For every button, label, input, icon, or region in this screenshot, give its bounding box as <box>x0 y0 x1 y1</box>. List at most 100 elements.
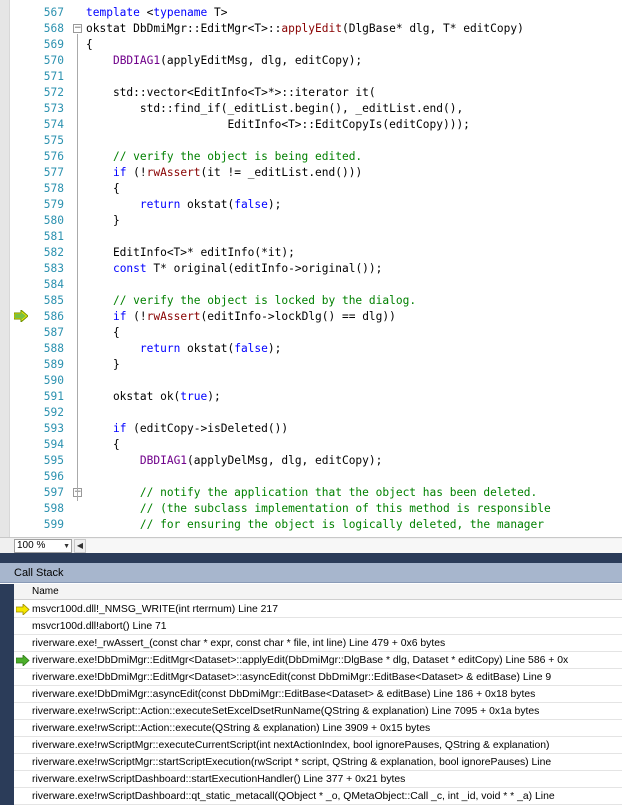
line-number: 579 <box>43 198 64 211</box>
code-line[interactable]: 578 { <box>0 181 622 197</box>
code-token: ); <box>207 390 221 403</box>
code-line[interactable]: 590 <box>0 373 622 389</box>
code-token: false <box>234 342 268 355</box>
code-line[interactable]: 574 EditInfo<T>::EditCopyIs(editCopy))); <box>0 117 622 133</box>
code-token: return <box>139 198 181 211</box>
collapse-outline-icon[interactable]: − <box>73 24 82 33</box>
code-line[interactable]: 586 if (!rwAssert(editInfo->lockDlg() ==… <box>0 309 622 325</box>
code-line[interactable]: 581 <box>0 229 622 245</box>
code-line[interactable]: 582 EditInfo<T>* editInfo(*it); <box>0 245 622 261</box>
code-line[interactable]: 576 // verify the object is being edited… <box>0 149 622 165</box>
code-editor[interactable]: 567 template <typename T> 568− okstat DbDmi… <box>0 0 622 537</box>
code-line[interactable]: 589 } <box>0 357 622 373</box>
code-line[interactable]: 570 DBDIAG1(applyEditMsg, dlg, editCopy)… <box>0 53 622 69</box>
line-number: 581 <box>43 230 64 243</box>
code-line[interactable]: 571 <box>0 69 622 85</box>
code-token: false <box>234 198 268 211</box>
code-line[interactable]: 592 <box>0 405 622 421</box>
code-token: ); <box>267 198 282 211</box>
code-text: if (!rwAssert(it != _editList.end())) <box>86 165 362 181</box>
code-line[interactable]: 568− okstat DbDmiMgr::EditMgr<T>::applyEd… <box>0 21 622 37</box>
code-text: return okstat(false); <box>86 197 281 213</box>
code-token: (! <box>126 166 147 179</box>
code-line[interactable]: 599 // for ensuring the object is logica… <box>0 517 622 533</box>
frame-text: msvcr100d.dll!abort() Line 71 <box>32 621 167 632</box>
zoom-combobox[interactable]: 100 % ▼ <box>14 539 72 553</box>
call-stack-gutter <box>0 584 14 805</box>
code-token: EditInfo<T>::EditCopyIs(editCopy))); <box>86 118 470 131</box>
code-token: { <box>86 38 93 51</box>
code-token: // (the subclass implementation of this … <box>139 502 551 515</box>
code-line[interactable]: 594 { <box>0 437 622 453</box>
call-stack-title[interactable]: Call Stack <box>0 563 622 583</box>
code-token: true <box>180 390 208 403</box>
code-token: const <box>112 262 147 275</box>
call-stack-row[interactable]: riverware.exe!DbDmiMgr::EditMgr<Dataset>… <box>14 669 622 686</box>
code-token: } <box>86 358 120 371</box>
line-number: 595 <box>43 454 64 467</box>
call-stack-row[interactable]: riverware.exe!DbDmiMgr::asyncEdit(const … <box>14 686 622 703</box>
outline-guide <box>77 34 78 501</box>
call-stack-row[interactable]: riverware.exe!_rwAssert_(const char * ex… <box>14 635 622 652</box>
panel-splitter[interactable] <box>0 553 622 563</box>
code-token: std::vector<EditInfo<T>*>::iterator it( <box>86 86 376 99</box>
call-stack-row[interactable]: riverware.exe!rwScriptDashboard::startEx… <box>14 771 622 788</box>
code-line[interactable]: 573 std::find_if(_editList.begin(), _edi… <box>0 101 622 117</box>
code-line[interactable]: 593 if (editCopy->isDeleted()) <box>0 421 622 437</box>
code-line[interactable]: 580 } <box>0 213 622 229</box>
line-number: 589 <box>43 358 64 371</box>
code-line[interactable]: 567 template <typename T> <box>0 5 622 21</box>
line-number: 572 <box>43 86 64 99</box>
code-token: (DlgBase* dlg, T* editCopy) <box>341 22 524 35</box>
call-stack-row[interactable]: riverware.exe!rwScript::Action::execute(… <box>14 720 622 737</box>
scroll-left-icon[interactable]: ◀ <box>74 539 86 553</box>
code-line[interactable]: 588 return okstat(false); <box>0 341 622 357</box>
zoom-dropdown-icon[interactable]: ▼ <box>63 541 70 553</box>
frame-text: msvcr100d.dll!_NMSG_WRITE(int rterrnum) … <box>32 604 278 615</box>
call-stack-panel: Call Stack Name msvcr100d.dll!_NMSG_WRIT… <box>0 553 622 805</box>
code-text: { <box>86 37 93 53</box>
line-number: 576 <box>43 150 64 163</box>
frame-text: riverware.exe!rwScriptDashboard::startEx… <box>32 774 406 785</box>
code-line[interactable]: 575 <box>0 133 622 149</box>
code-line[interactable]: 579 return okstat(false); <box>0 197 622 213</box>
editor-bottom-bar: 100 % ▼ ◀ <box>0 537 622 553</box>
call-stack-row[interactable]: riverware.exe!rwScript::Action::executeS… <box>14 703 622 720</box>
code-line[interactable]: 598 // (the subclass implementation of t… <box>0 501 622 517</box>
code-text: return okstat(false); <box>86 341 281 357</box>
call-stack-row[interactable]: riverware.exe!rwScriptDashboard::qt_stat… <box>14 788 622 805</box>
line-number: 597 <box>43 486 64 499</box>
column-header-name[interactable]: Name <box>14 584 622 600</box>
code-line[interactable]: 587 { <box>0 325 622 341</box>
code-token: { <box>86 182 120 195</box>
horizontal-scrollbar[interactable] <box>86 539 622 553</box>
call-stack-row[interactable]: riverware.exe!DbDmiMgr::EditMgr<Dataset>… <box>14 652 622 669</box>
code-token: ); <box>267 342 282 355</box>
code-token: T> <box>207 6 228 19</box>
code-line[interactable]: 596 <box>0 469 622 485</box>
code-line[interactable]: 591 okstat ok(true); <box>0 389 622 405</box>
code-line[interactable]: 569 { <box>0 37 622 53</box>
code-line[interactable]: 572 std::vector<EditInfo<T>*>::iterator … <box>0 85 622 101</box>
code-line[interactable]: 585 // verify the object is locked by th… <box>0 293 622 309</box>
code-line[interactable]: 595 DBDIAG1(applyDelMsg, dlg, editCopy); <box>0 453 622 469</box>
code-token: { <box>86 326 120 339</box>
call-stack-row[interactable]: msvcr100d.dll!abort() Line 71 <box>14 618 622 635</box>
line-number: 584 <box>43 278 64 291</box>
zoom-value: 100 % <box>17 540 46 551</box>
code-line[interactable]: 597− // notify the application that the … <box>0 485 622 501</box>
code-token: // verify the object is locked by the di… <box>112 294 417 307</box>
code-line[interactable]: 584 <box>0 277 622 293</box>
call-stack-row[interactable]: riverware.exe!rwScriptMgr::startScriptEx… <box>14 754 622 771</box>
line-number: 590 <box>43 374 64 387</box>
call-stack-row[interactable]: msvcr100d.dll!_NMSG_WRITE(int rterrnum) … <box>14 601 622 618</box>
code-token: // notify the application that the objec… <box>139 486 538 499</box>
call-stack-row[interactable]: riverware.exe!rwScriptMgr::executeCurren… <box>14 737 622 754</box>
code-line[interactable]: 577 if (!rwAssert(it != _editList.end())… <box>0 165 622 181</box>
code-line[interactable]: 583 const T* original(editInfo->original… <box>0 261 622 277</box>
